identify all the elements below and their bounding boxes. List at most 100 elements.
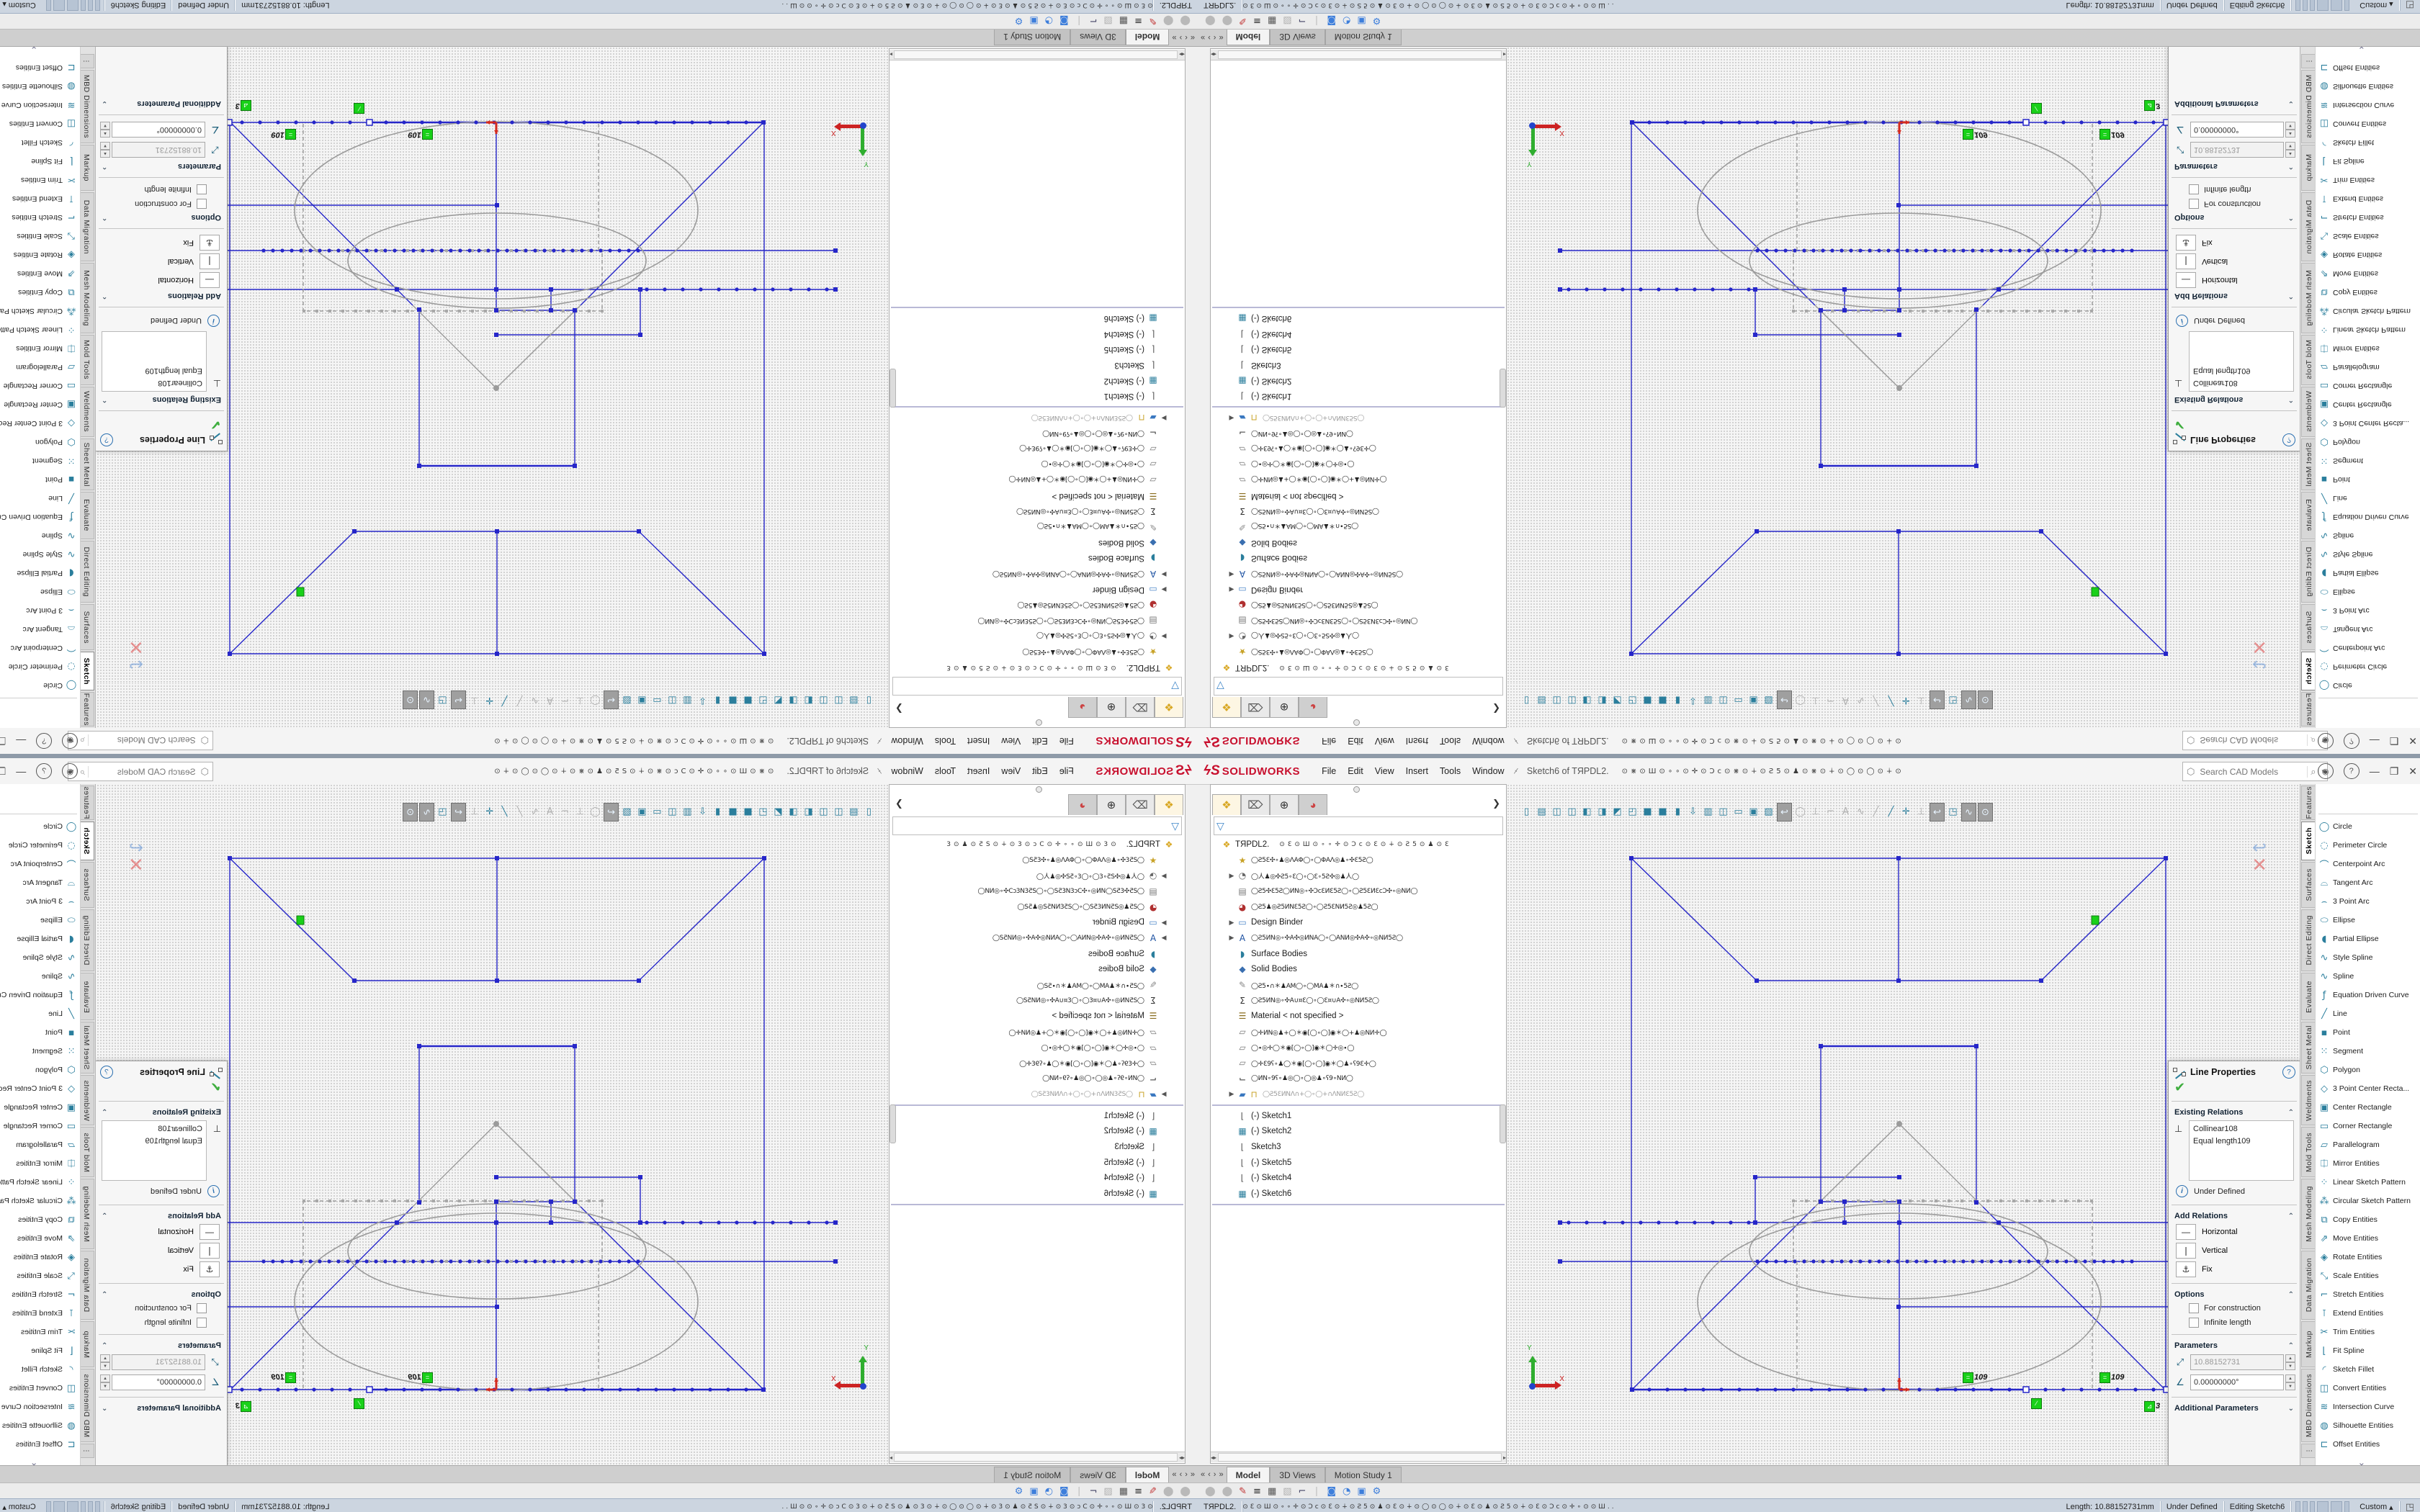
bottom-toolbar-icon[interactable]: ◔ xyxy=(1045,16,1053,27)
add-relations-header[interactable]: Add Relations⌃ xyxy=(96,289,227,302)
tool-move-entities[interactable]: ⇗Move Entities xyxy=(0,264,80,283)
tool-silhouette-entities[interactable]: ◍Silhouette Entities xyxy=(2316,1416,2420,1435)
bottom-toolbar-icon[interactable]: ◙ xyxy=(1059,16,1069,27)
bottom-toolbar-icon[interactable]: ◔ xyxy=(1343,16,1350,27)
option-infinite-length[interactable]: Infinite length xyxy=(2169,1315,2300,1330)
tool-stretch-entities[interactable]: ⌐Stretch Entities xyxy=(0,1285,80,1304)
tool-extend-entities[interactable]: ⊺Extend Entities xyxy=(0,1304,80,1323)
tool-ellipse[interactable]: ⬭Ellipse xyxy=(2316,911,2420,930)
tool-partial-ellipse[interactable]: ◖Partial Ellipse xyxy=(2316,564,2420,582)
options-header[interactable]: Options⌃ xyxy=(2169,1288,2300,1301)
doc-tab-3d-views[interactable]: 3D Views xyxy=(1070,29,1125,45)
tool-circular-sketch-pattern[interactable]: ⁂Circular Sketch Pattern xyxy=(2316,302,2420,320)
tab-nav-icon[interactable]: ‹ xyxy=(1208,1470,1211,1479)
tool-ellipse[interactable]: ⬭Ellipse xyxy=(0,582,80,601)
tool-parallelogram[interactable]: ▱Parallelogram xyxy=(2316,1135,2420,1154)
bottom-toolbar-icon[interactable]: ≡ xyxy=(1134,1486,1142,1497)
add-relation-fix[interactable]: ⚓Fix xyxy=(96,233,227,252)
tool-3-point-arc[interactable]: ⌢3 Point Arc xyxy=(2316,601,2420,620)
cm-tab-direct-editing[interactable]: Direct Editing xyxy=(79,541,94,603)
ok-button[interactable]: ✔ xyxy=(2169,415,2300,432)
bottom-toolbar-icon[interactable]: ▣ xyxy=(1357,1486,1366,1497)
relation-tag[interactable]: ∕ xyxy=(354,1398,364,1408)
cm-tab-mold-tools[interactable]: Mold Tools xyxy=(79,1127,94,1177)
bottom-toolbar-icon[interactable]: ✎ xyxy=(1239,1486,1247,1497)
additional-parameters-header[interactable]: Additional Parameters⌄ xyxy=(2169,1402,2300,1415)
cm-tab-evaluate[interactable]: Evaluate xyxy=(2301,492,2316,539)
ok-button[interactable]: ✔ xyxy=(96,1080,227,1097)
tool-polygon[interactable]: ⬡Polygon xyxy=(2316,1061,2420,1079)
existing-relations-header[interactable]: Existing Relations⌃ xyxy=(2169,1106,2300,1119)
tool-centerpoint-arc[interactable]: ⌒Centerpoint Arc xyxy=(0,639,80,657)
tool-parallelogram[interactable]: ▱Parallelogram xyxy=(2316,358,2420,377)
cm-tab-data-migration[interactable]: Data Migration xyxy=(79,192,94,261)
tool-3-point-center-recta-[interactable]: ◇3 Point Center Recta... xyxy=(0,1079,80,1098)
tab-nav-icon[interactable]: » xyxy=(1172,1470,1176,1479)
tool-linear-sketch-pattern[interactable]: ⁘Linear Sketch Pattern xyxy=(0,1173,80,1192)
tab-nav-buttons[interactable]: «‹›» xyxy=(1198,29,1227,46)
bottom-toolbar-icon[interactable]: ✎ xyxy=(1149,1486,1157,1497)
bottom-toolbar-icon[interactable]: ⌐ xyxy=(1299,16,1307,27)
bottom-toolbar-icon[interactable]: ❘ xyxy=(1075,16,1083,27)
tool-linear-sketch-pattern[interactable]: ⁘Linear Sketch Pattern xyxy=(0,320,80,339)
bottom-toolbar-icon[interactable]: ▦ xyxy=(1268,16,1276,27)
tool-style-spline[interactable]: ∿Style Spline xyxy=(2316,545,2420,564)
cm-tab-direct-editing[interactable]: Direct Editing xyxy=(2301,541,2316,603)
relation-tag[interactable]: ∕ xyxy=(2031,1398,2042,1408)
tool-corner-rectangle[interactable]: ▭Corner Rectangle xyxy=(0,377,80,395)
tool-circle[interactable]: ◯Circle xyxy=(0,817,80,836)
add-relation-horizontal[interactable]: —Horizontal xyxy=(2169,1223,2300,1241)
tool-line[interactable]: ╱Line xyxy=(2316,1004,2420,1023)
tab-nav-buttons[interactable]: «‹›» xyxy=(1169,29,1198,46)
tool-copy-entities[interactable]: ⧉Copy Entities xyxy=(0,1210,80,1229)
existing-relations-header[interactable]: Existing Relations⌃ xyxy=(2169,393,2300,406)
tool-scale-entities[interactable]: ⤡Scale Entities xyxy=(0,1266,80,1285)
tool-3-point-center-recta-[interactable]: ◇3 Point Center Recta... xyxy=(2316,414,2420,433)
tool-3-point-arc[interactable]: ⌢3 Point Arc xyxy=(0,601,80,620)
bottom-toolbar-icon[interactable]: ✎ xyxy=(1239,16,1247,27)
units-selector[interactable]: Custom ▴ xyxy=(2354,1501,2400,1512)
parameter-field[interactable]: ∠0.00000000°▲▼ xyxy=(2169,1372,2300,1392)
tab-nav-icon[interactable]: » xyxy=(1219,1470,1223,1479)
tab-nav-icon[interactable]: « xyxy=(1191,1470,1195,1479)
units-selector[interactable]: Custom ▴ xyxy=(0,0,42,11)
bottom-toolbar-icon[interactable]: ◔ xyxy=(1343,1486,1350,1497)
tool-polygon[interactable]: ⬡Polygon xyxy=(2316,433,2420,451)
tool-convert-entities[interactable]: ◫Convert Entities xyxy=(2316,114,2420,133)
tool-trim-entities[interactable]: ✂Trim Entities xyxy=(2316,171,2420,189)
doc-tab-3d-views[interactable]: 3D Views xyxy=(1270,29,1325,45)
cm-tab-markup[interactable]: Markup xyxy=(2301,145,2316,191)
cm-tab-surfaces[interactable]: Surfaces xyxy=(79,604,94,650)
relations-list[interactable]: Collinear108Equal length109 xyxy=(102,1120,207,1181)
tool-scale-entities[interactable]: ⤡Scale Entities xyxy=(2316,227,2420,246)
add-relation-horizontal[interactable]: —Horizontal xyxy=(2169,271,2300,289)
tool-intersection-curve[interactable]: ≋Intersection Curve xyxy=(0,1398,80,1416)
cm-tab-data-migration[interactable]: Data Migration xyxy=(79,1251,94,1320)
bottom-toolbar-icon[interactable]: ◔ xyxy=(1045,1486,1053,1497)
tool-offset-entities[interactable]: ⊏Offset Entities xyxy=(0,58,80,77)
cm-tab-features[interactable]: Features xyxy=(2301,692,2316,726)
parameters-header[interactable]: Parameters⌃ xyxy=(96,1339,227,1352)
tool-center-rectangle[interactable]: ▣Center Rectangle xyxy=(0,395,80,414)
tool-partial-ellipse[interactable]: ◖Partial Ellipse xyxy=(0,564,80,582)
parameter-field[interactable]: ∠0.00000000°▲▼ xyxy=(2169,120,2300,140)
tool-sketch-fillet[interactable]: ◜Sketch Fillet xyxy=(0,1360,80,1379)
relation-tag[interactable]: ∕ xyxy=(2031,104,2042,114)
tool-segment[interactable]: ⁙Segment xyxy=(0,451,80,470)
relation-item[interactable]: Equal length109 xyxy=(2193,365,2290,377)
tool-parallelogram[interactable]: ▱Parallelogram xyxy=(0,358,80,377)
tool-centerpoint-arc[interactable]: ⌒Centerpoint Arc xyxy=(2316,855,2420,873)
tool-3-point-arc[interactable]: ⌢3 Point Arc xyxy=(0,892,80,911)
tool-rotate-entities[interactable]: ◈Rotate Entities xyxy=(2316,246,2420,264)
cm-tab-sketch[interactable]: Sketch xyxy=(79,652,94,690)
cm-tab-mbd-dimensions[interactable]: MBD Dimensions xyxy=(2301,70,2316,143)
cm-tab-surfaces[interactable]: Surfaces xyxy=(79,862,94,908)
tool-ellipse[interactable]: ⬭Ellipse xyxy=(2316,582,2420,601)
tool-fit-spline[interactable]: ⌊Fit Spline xyxy=(2316,1341,2420,1360)
bottom-toolbar-icon[interactable]: ⚙ xyxy=(1015,1486,1023,1497)
existing-relations-header[interactable]: Existing Relations⌃ xyxy=(96,393,227,406)
cm-tab-markup[interactable]: Markup xyxy=(79,145,94,191)
tool-perimeter-circle[interactable]: ◌Perimeter Circle xyxy=(0,657,80,676)
tool-mirror-entities[interactable]: ⎅Mirror Entities xyxy=(2316,339,2420,358)
tab-nav-icon[interactable]: › xyxy=(1214,1470,1216,1479)
